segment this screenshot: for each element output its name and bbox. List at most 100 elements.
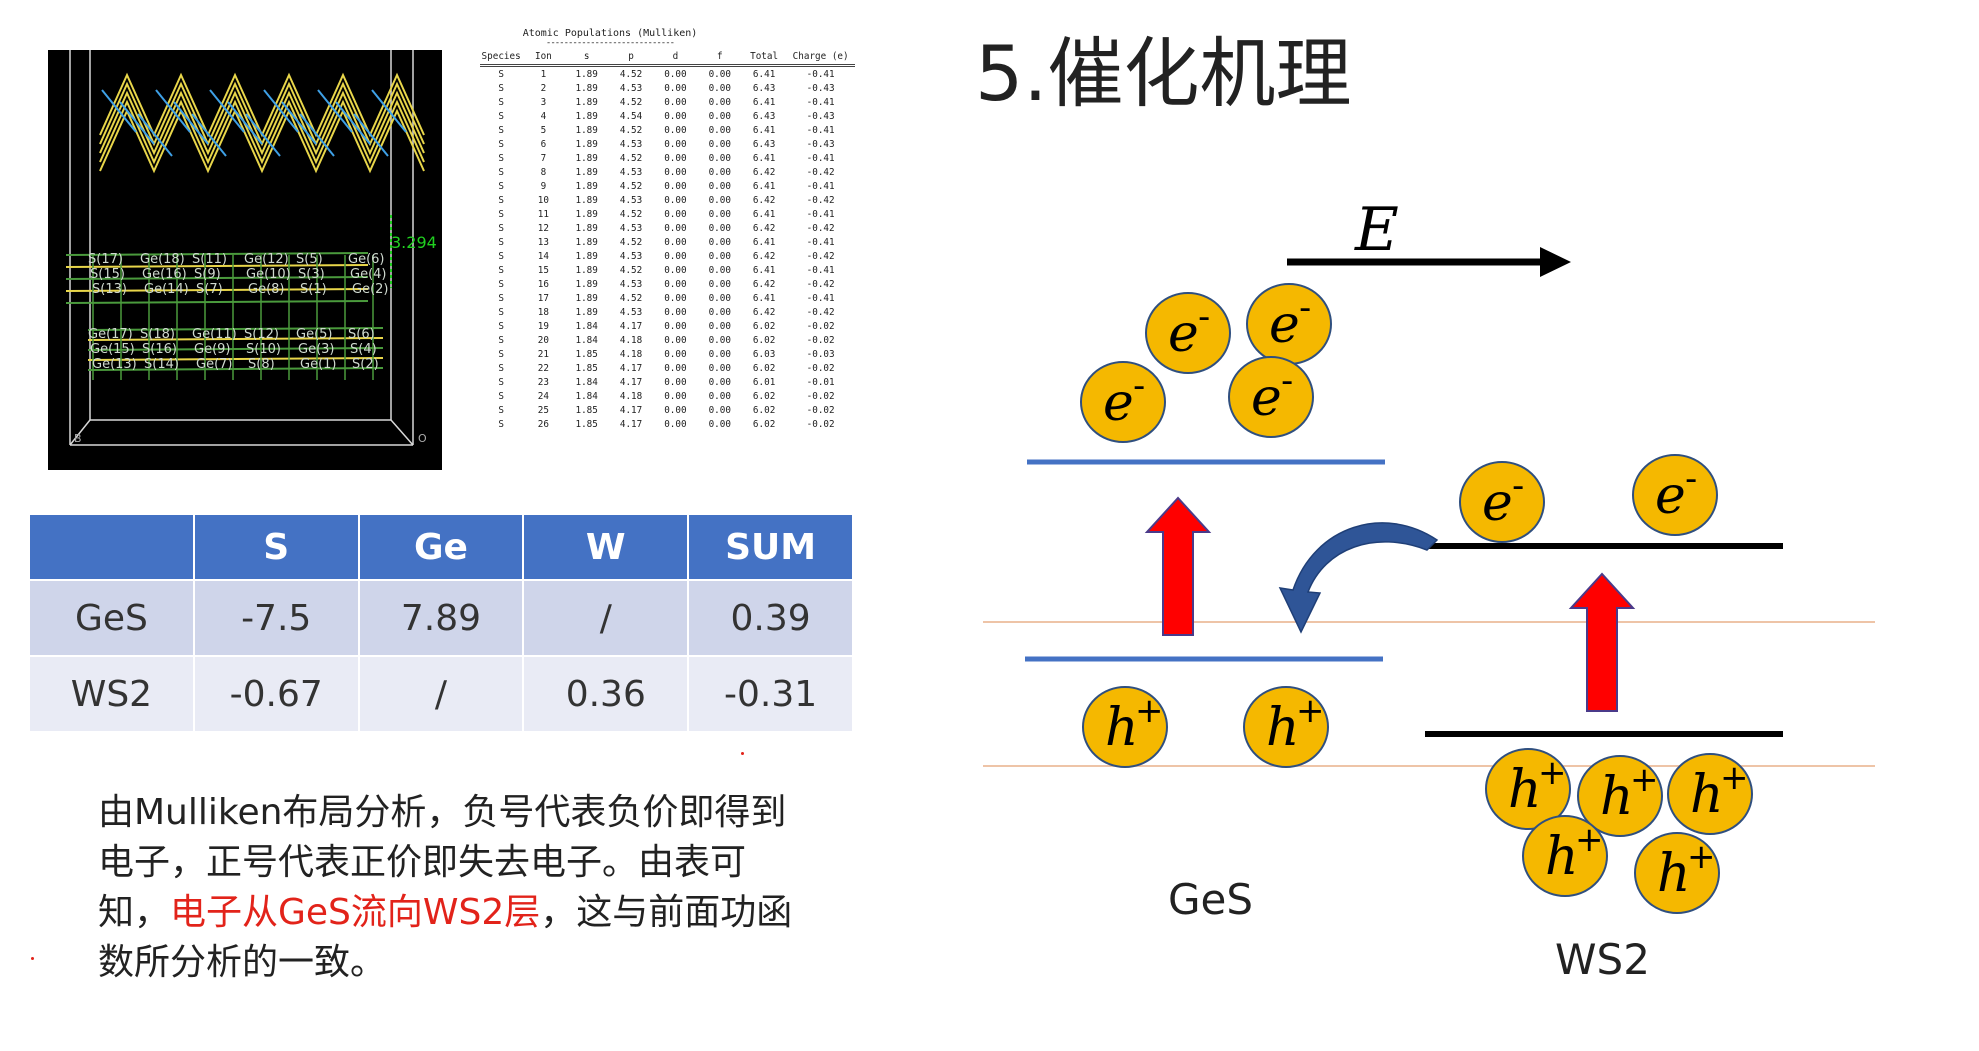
band-diagram: E e - e -e - e -e - e -h+ h+h+ h+ h+h+h+ [983, 195, 1875, 914]
population-cell: 0.00 [664, 306, 687, 318]
population-cell: 6.42 [752, 222, 776, 234]
svg-text:+: + [1296, 691, 1325, 731]
population-cell: 1.84 [575, 334, 598, 346]
svg-text:e: e [1168, 304, 1199, 364]
population-cell: 0.00 [708, 418, 731, 430]
population-cell: 4.52 [619, 152, 643, 164]
population-row: S 21 1.85 4.18 0.00 0.00 6.03 -0.03 [480, 347, 855, 361]
electron: e- [1459, 461, 1545, 543]
population-row: S 9 1.89 4.52 0.00 0.00 6.41 -0.41 [480, 179, 855, 193]
population-cell: 0.00 [664, 222, 687, 234]
population-cell: S [498, 124, 504, 136]
population-cell: 6.41 [752, 124, 776, 136]
population-cell: S [498, 166, 504, 178]
population-cell: 0.00 [664, 404, 687, 416]
population-cell: 6.42 [752, 278, 776, 290]
population-cell: 1.89 [575, 166, 598, 178]
population-cell: 4.17 [619, 418, 643, 430]
charge-table-header-sum: SUM [687, 513, 854, 581]
population-row: S 18 1.89 4.53 0.00 0.00 6.42 -0.42 [480, 305, 855, 319]
population-cell: 4.17 [619, 320, 643, 332]
population-cell: 0.00 [708, 166, 731, 178]
population-cell: 6.41 [752, 236, 776, 248]
population-row: S 16 1.89 4.53 0.00 0.00 6.42 -0.42 [480, 277, 855, 291]
population-cell: 10 [537, 194, 549, 206]
svg-text:-: - [1198, 297, 1210, 337]
svg-text:-: - [1299, 288, 1311, 328]
population-cell: 4.18 [619, 348, 643, 360]
population-cell: 6.02 [752, 320, 776, 332]
population-cell: -0.41 [806, 68, 835, 80]
atomic-populations-table: Species Ion s p d f Total Charge (e) S 1 1.89 4.52… [480, 48, 855, 431]
population-cell: -0.41 [806, 96, 835, 108]
population-cell: 1.89 [575, 124, 598, 136]
population-cell: S [498, 68, 504, 80]
population-header-cell: Total [750, 50, 779, 62]
population-cell: 0.00 [664, 348, 687, 360]
population-cell: S [498, 138, 504, 150]
population-row: S 14 1.89 4.53 0.00 0.00 6.42 -0.42 [480, 249, 855, 263]
svg-text:h: h [1545, 827, 1579, 887]
atom-label: S(18) [140, 327, 175, 342]
population-cell: 6.43 [752, 82, 776, 94]
population-cell: 1.89 [575, 208, 598, 220]
charge-table-header-w: W [522, 513, 690, 581]
population-cell: S [498, 250, 504, 262]
population-cell: 0.00 [664, 390, 687, 402]
population-cell: 6.41 [752, 68, 776, 80]
population-cell: 1.89 [575, 152, 598, 164]
charge-summary-table: S Ge W SUM GeS -7.5 7.89 / 0.39 WS2 -0.6… [28, 513, 854, 733]
population-cell: 7 [540, 152, 547, 164]
population-cell: 4.53 [619, 222, 643, 234]
population-cell: S [498, 82, 504, 94]
population-cell: S [498, 362, 504, 374]
population-cell: 6.41 [752, 96, 776, 108]
stray-dot [741, 752, 744, 755]
population-cell: S [498, 96, 504, 108]
population-cell: S [498, 222, 504, 234]
population-cell: -0.41 [806, 152, 835, 164]
population-cell: 1.89 [575, 250, 598, 262]
atom-label: S(4) [350, 342, 377, 357]
population-cell: 1.89 [575, 180, 598, 192]
population-cell: 0.00 [708, 96, 731, 108]
population-header-cell: Species [481, 50, 521, 62]
population-cell: -0.41 [806, 236, 835, 248]
atom-label: S(6) [348, 327, 375, 342]
svg-text:e: e [1655, 466, 1686, 526]
atom-label: Ge(15) [90, 342, 135, 357]
population-row: S 25 1.85 4.17 0.00 0.00 6.02 -0.02 [480, 403, 855, 417]
population-cell: 24 [537, 390, 549, 402]
population-cell: 19 [537, 320, 549, 332]
population-cell: 0.00 [664, 418, 687, 430]
svg-text:h: h [1105, 698, 1139, 758]
charge-table-cell: / [522, 579, 690, 657]
population-cell: -0.02 [806, 320, 835, 332]
population-cell: 4.53 [619, 306, 643, 318]
population-cell: 0.00 [708, 180, 731, 192]
population-cell: 1.85 [575, 418, 598, 430]
population-header-cell: p [628, 50, 634, 62]
population-cell: 0.00 [708, 236, 731, 248]
population-cell: 0.00 [664, 194, 687, 206]
population-cell: S [498, 180, 504, 192]
atom-label: S(13) [92, 282, 127, 297]
population-header-cell: d [672, 50, 679, 62]
population-cell: 4.53 [619, 82, 643, 94]
population-cell: -0.41 [806, 180, 835, 192]
population-cell: 4.52 [619, 96, 643, 108]
population-cell: 0.00 [664, 250, 687, 262]
field-label: E [1354, 195, 1399, 265]
population-cell: 6.42 [752, 194, 776, 206]
population-cell: 1.89 [575, 96, 598, 108]
atom-label: Ge(7) [196, 357, 233, 372]
atom-label: Ge(9) [194, 342, 231, 357]
population-cell: 0.00 [664, 334, 687, 346]
atom-label: S(1) [300, 282, 327, 297]
population-cell: 0.00 [664, 208, 687, 220]
population-row: S 13 1.89 4.52 0.00 0.00 6.41 -0.41 [480, 235, 855, 249]
population-cell: 1.89 [575, 292, 598, 304]
svg-text:h: h [1266, 698, 1300, 758]
population-cell: 1.84 [575, 390, 598, 402]
svg-text:+: + [1720, 758, 1749, 798]
